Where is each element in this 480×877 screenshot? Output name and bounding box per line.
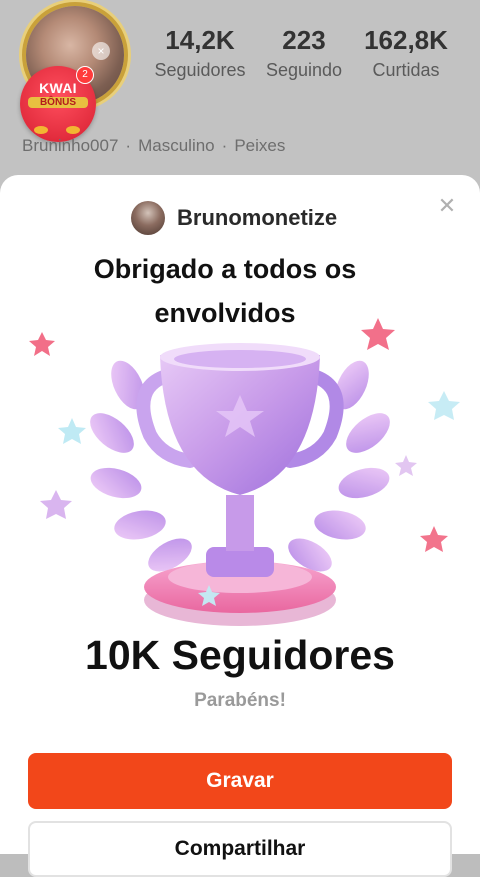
star-icon	[198, 585, 220, 606]
followers-label: Seguidores	[154, 60, 246, 80]
bonus-count-badge: 2	[76, 66, 94, 84]
coin-icon	[66, 126, 80, 134]
following-label: Seguindo	[265, 60, 343, 80]
share-button[interactable]: Compartilhar	[28, 821, 452, 877]
profile-header: × KWAI BÔNUS 2 14,2K Seguidores 223 Segu…	[0, 0, 480, 200]
stat-following[interactable]: 223 Seguindo	[258, 24, 350, 81]
coin-icon	[34, 126, 48, 134]
kwai-bonus-badge[interactable]: KWAI BÔNUS 2	[20, 66, 96, 142]
bonus-subtitle: BÔNUS	[28, 97, 88, 108]
decorative-stars	[29, 318, 460, 606]
star-icon	[58, 418, 86, 444]
record-button[interactable]: Gravar	[28, 753, 452, 809]
gender: Masculino	[138, 136, 215, 155]
star-icon	[420, 526, 448, 552]
separator: ·	[221, 136, 228, 155]
separator: ·	[125, 136, 132, 155]
close-icon: ×	[92, 42, 110, 60]
following-count: 223	[282, 25, 326, 55]
star-icon	[29, 332, 55, 356]
star-icon	[428, 391, 460, 420]
star-icon	[40, 490, 72, 519]
likes-count: 162,8K	[364, 25, 448, 55]
stat-likes[interactable]: 162,8K Curtidas	[358, 24, 454, 81]
milestone-title: 10K Seguidores	[85, 632, 395, 678]
congrats-text: Parabéns!	[194, 690, 286, 711]
followers-count: 14,2K	[165, 25, 235, 55]
zodiac: Peixes	[234, 136, 286, 155]
star-icon	[361, 318, 395, 350]
star-icon	[395, 455, 417, 476]
likes-label: Curtidas	[372, 60, 440, 80]
stat-followers[interactable]: 14,2K Seguidores	[150, 24, 250, 81]
milestone-modal: ✕ Brunomonetize Obrigado a todos os envo…	[0, 175, 480, 877]
username: Bruninho007	[22, 136, 119, 155]
user-meta: Bruninho007 · Masculino · Peixes	[22, 136, 285, 156]
